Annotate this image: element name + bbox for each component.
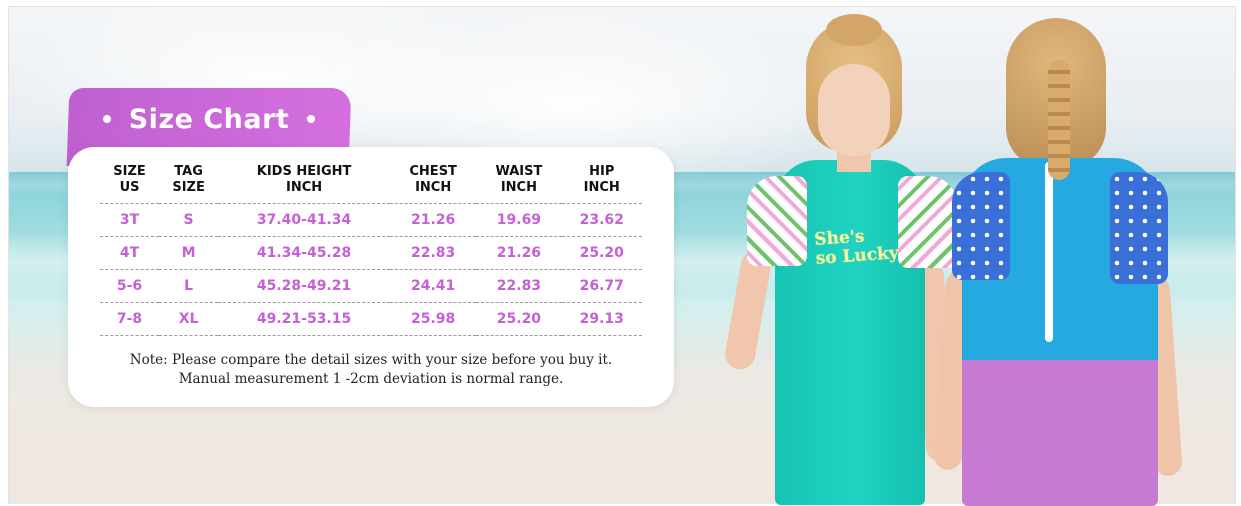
cell-kids-height: 49.21-53.15 xyxy=(218,302,390,336)
cell-tag-size: M xyxy=(159,236,219,270)
note-line-1: Note: Please compare the detail sizes wi… xyxy=(129,352,613,368)
bullet-dot-icon xyxy=(102,114,111,123)
model-back-braid xyxy=(1048,60,1070,180)
back-zipper xyxy=(1045,162,1053,342)
cell-tag-size: XL xyxy=(159,302,219,336)
cell-kids-height: 41.34-45.28 xyxy=(218,236,390,270)
cell-tag-size: S xyxy=(159,203,219,237)
size-table-header: SIZE US TAG SIZE KIDS HEIGHT INCH CHEST … xyxy=(100,164,642,204)
cell-hip: 23.62 xyxy=(561,203,642,237)
cell-hip: 29.13 xyxy=(561,302,642,336)
table-row: 4T M 41.34-45.28 22.83 21.26 25.20 xyxy=(100,236,642,270)
dotted-sleeve-right xyxy=(1110,172,1168,284)
model-front-hair-bun xyxy=(826,14,882,46)
cell-tag-size: L xyxy=(159,269,219,303)
cell-waist: 19.69 xyxy=(476,203,562,237)
cell-size-us: 5-6 xyxy=(100,269,160,303)
title-text: Size Chart xyxy=(128,104,290,135)
header-hip: HIP INCH xyxy=(583,164,620,195)
cell-chest: 24.41 xyxy=(389,269,477,303)
header-waist: WAIST INCH xyxy=(495,164,543,195)
size-table: SIZE US TAG SIZE KIDS HEIGHT INCH CHEST … xyxy=(100,164,642,336)
floral-sleeve-left xyxy=(747,176,807,266)
header-tag-size: TAG SIZE xyxy=(172,164,205,195)
cell-hip: 25.20 xyxy=(561,236,642,270)
note-line-2: Manual measurement 1 -2cm deviation is n… xyxy=(178,371,564,387)
table-row: 3T S 37.40-41.34 21.26 19.69 23.62 xyxy=(100,203,642,237)
cell-size-us: 4T xyxy=(100,236,160,270)
cell-kids-height: 37.40-41.34 xyxy=(218,203,390,237)
header-size-us: SIZE US xyxy=(113,164,146,195)
table-row: 7-8 XL 49.21-53.15 25.98 25.20 29.13 xyxy=(100,302,642,336)
cell-chest: 25.98 xyxy=(389,302,477,336)
dotted-sleeve-left xyxy=(952,172,1010,280)
floral-sleeve-right xyxy=(898,176,958,268)
cell-hip: 26.77 xyxy=(561,269,642,303)
table-row: 5-6 L 45.28-49.21 24.41 22.83 26.77 xyxy=(100,269,642,303)
cell-waist: 22.83 xyxy=(476,269,562,303)
cell-chest: 22.83 xyxy=(389,236,477,270)
cell-waist: 25.20 xyxy=(476,302,562,336)
cell-size-us: 7-8 xyxy=(100,302,160,336)
model-front-face xyxy=(818,64,890,156)
measurement-note: Note: Please compare the detail sizes wi… xyxy=(100,351,642,389)
header-kids-height: KIDS HEIGHT INCH xyxy=(256,164,352,195)
cell-kids-height: 45.28-49.21 xyxy=(218,269,390,303)
cell-size-us: 3T xyxy=(100,203,160,237)
bullet-dot-icon xyxy=(307,114,316,123)
header-chest: CHEST INCH xyxy=(409,164,457,195)
cell-waist: 21.26 xyxy=(476,236,562,270)
swimsuit-print: She's so Lucky xyxy=(814,225,900,268)
cell-chest: 21.26 xyxy=(389,203,477,237)
size-chart-title: Size Chart xyxy=(68,104,350,135)
